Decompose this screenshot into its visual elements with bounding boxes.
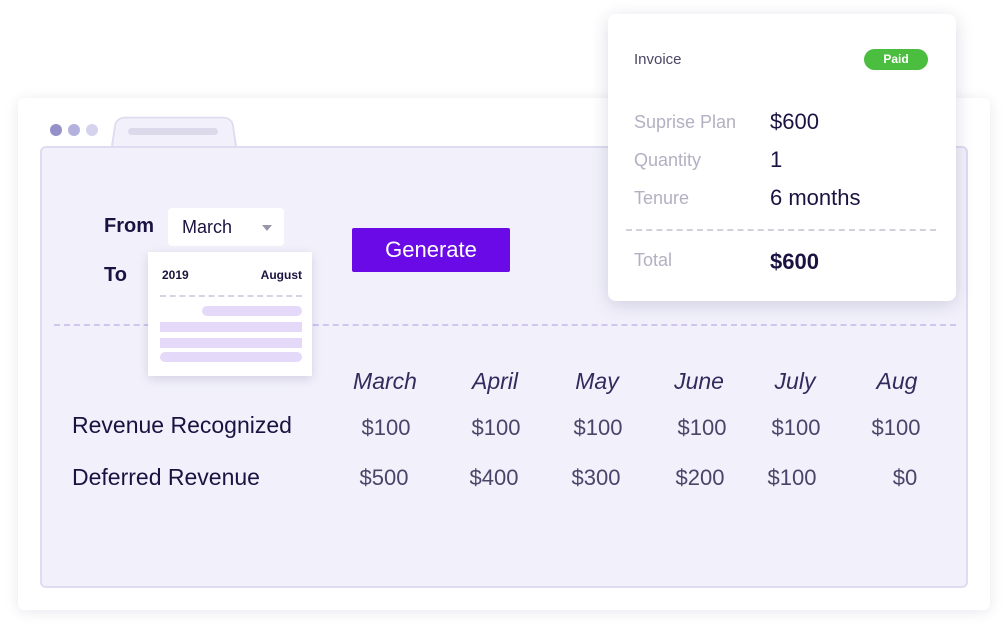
month-header-april: April	[471, 368, 518, 394]
calendar-month[interactable]: August	[261, 268, 302, 282]
calendar-week-row[interactable]	[202, 306, 302, 316]
invoice-title: Invoice	[634, 51, 682, 68]
invoice-item-label: Suprise Plan	[634, 112, 737, 132]
invoice-item-label: Tenure	[634, 188, 690, 208]
to-label: To	[104, 264, 127, 286]
row-label-revenue-recognized: Revenue Recognized	[72, 412, 292, 438]
month-header-march: March	[353, 368, 417, 394]
invoice-item-value: 6 months	[770, 185, 861, 210]
table-cell: $100	[871, 415, 921, 440]
chevron-down-icon	[262, 225, 272, 231]
status-badge: Paid	[864, 49, 928, 70]
invoice-item-label: Quantity	[634, 150, 702, 170]
window-dot-icon[interactable]	[68, 124, 80, 136]
table-cell: $100	[361, 415, 411, 440]
invoice-divider	[626, 229, 936, 231]
invoice-total-label: Total	[634, 250, 673, 270]
invoice-card: Invoice Paid Suprise Plan $600 Quantity …	[608, 14, 956, 301]
table-cell: $100	[677, 415, 727, 440]
table-cell: $100	[771, 415, 821, 440]
invoice-item-value: 1	[770, 147, 783, 172]
window-controls	[50, 124, 98, 136]
table-cell: $0	[892, 465, 918, 490]
table-cell: $200	[675, 465, 725, 490]
month-header-may: May	[575, 368, 619, 394]
month-header-june: June	[674, 368, 724, 394]
from-month-select[interactable]: March	[168, 208, 284, 246]
calendar-divider	[160, 295, 302, 297]
table-cell: $300	[571, 465, 621, 490]
calendar-week-row[interactable]	[160, 352, 302, 362]
table-cell: $100	[471, 415, 521, 440]
row-label-deferred-revenue: Deferred Revenue	[72, 464, 260, 490]
from-month-value: March	[182, 217, 233, 237]
calendar-week-row[interactable]	[160, 322, 302, 332]
date-picker-popover: 2019 August	[148, 252, 312, 376]
month-header-aug: Aug	[876, 368, 918, 394]
table-cell: $100	[767, 465, 817, 490]
tab-title-placeholder	[128, 128, 218, 135]
window-dot-icon[interactable]	[86, 124, 98, 136]
table-cell: $400	[469, 465, 519, 490]
illustration: From March To Generate March April May J…	[0, 0, 1008, 632]
generate-button[interactable]: Generate	[352, 228, 510, 272]
table-cell: $100	[573, 415, 623, 440]
window-dot-icon[interactable]	[50, 124, 62, 136]
calendar-year[interactable]: 2019	[162, 268, 189, 282]
invoice-item-value: $600	[770, 109, 819, 134]
table-cell: $500	[359, 465, 409, 490]
calendar-week-row[interactable]	[160, 338, 302, 348]
month-header-july: July	[774, 368, 816, 394]
invoice-total-value: $600	[770, 249, 819, 274]
from-label: From	[104, 215, 154, 237]
